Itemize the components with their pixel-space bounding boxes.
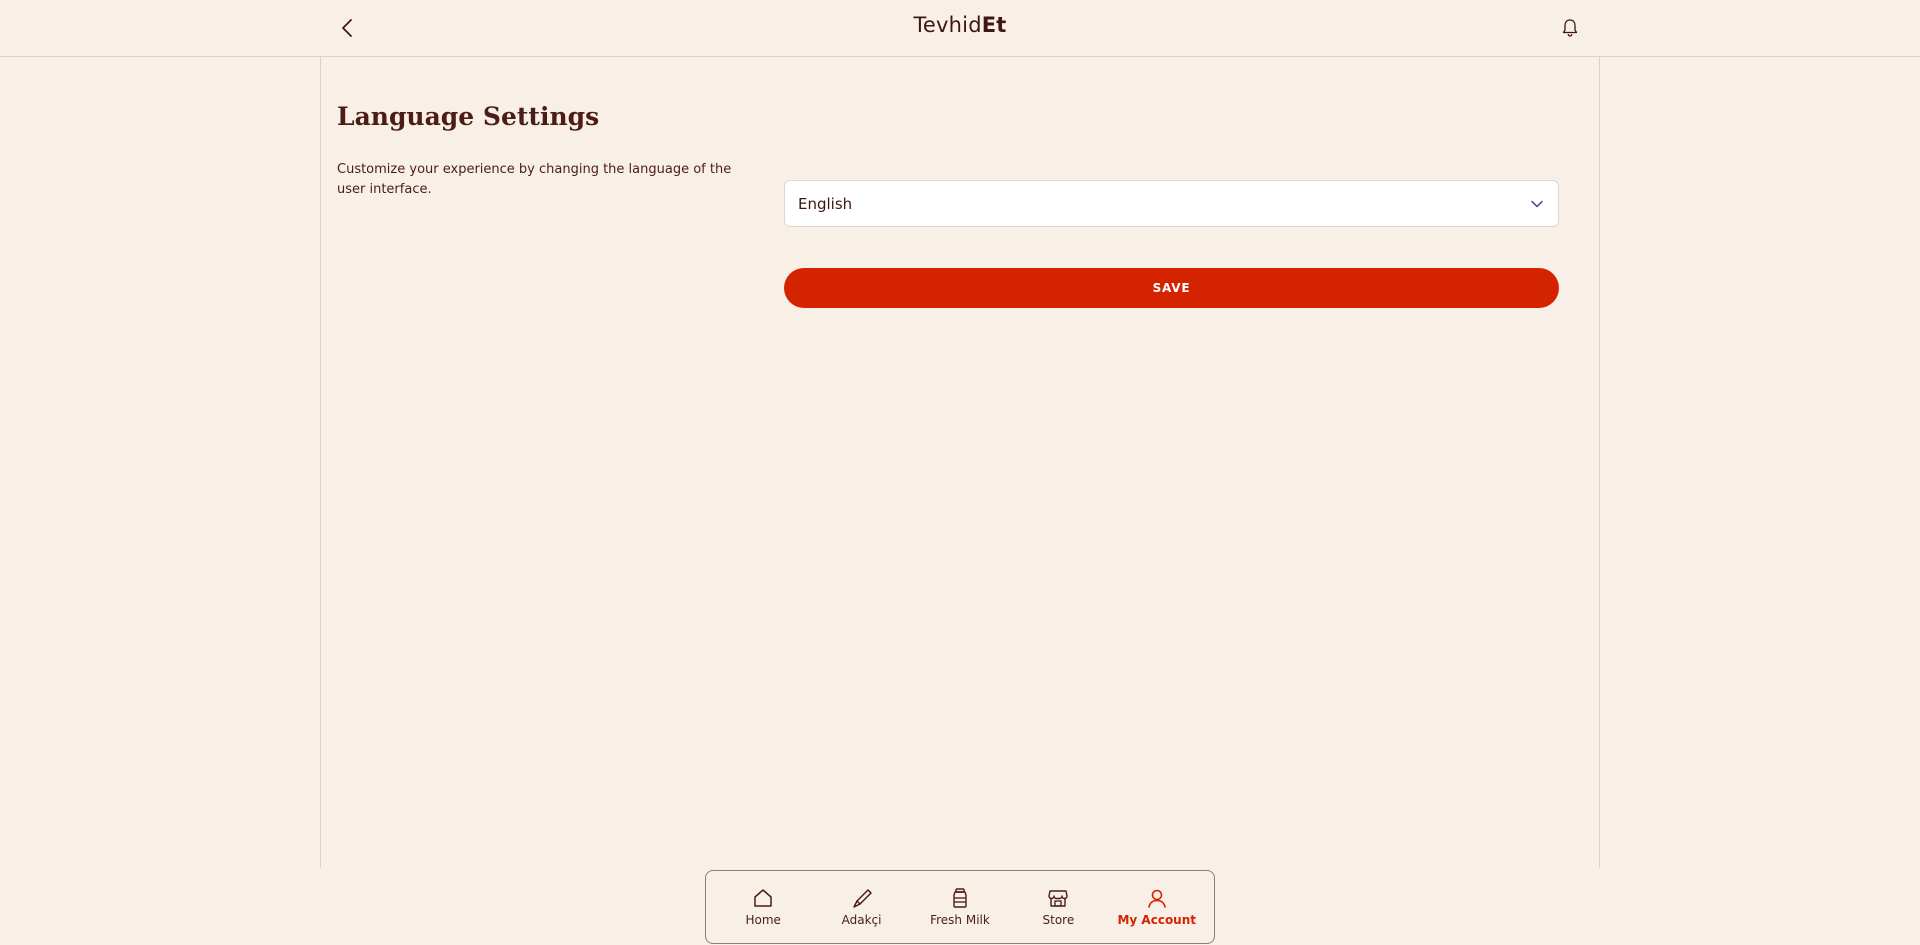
knife-icon: [851, 887, 873, 909]
nav-item-home[interactable]: Home: [717, 887, 809, 927]
language-select-value: English: [798, 194, 853, 213]
nav-item-store[interactable]: Store: [1012, 887, 1104, 927]
milk-jar-icon: [949, 887, 971, 909]
nav-label: Adakçi: [841, 913, 882, 927]
nav-label: Store: [1042, 913, 1075, 927]
page-description: Customize your experience by changing th…: [337, 162, 732, 197]
top-bar: TevhidEt: [0, 0, 1920, 57]
nav-label: Fresh Milk: [930, 913, 990, 927]
language-select[interactable]: English: [784, 180, 1559, 227]
save-button[interactable]: SAVE: [784, 268, 1559, 308]
brand-logo[interactable]: TevhidEt: [0, 13, 1920, 37]
chevron-down-icon: [1531, 200, 1543, 208]
nav-label: My Account: [1117, 913, 1197, 927]
store-icon: [1047, 887, 1069, 909]
brand-name-regular: Tevhid: [913, 13, 982, 37]
notifications-button[interactable]: [1558, 14, 1582, 42]
user-icon: [1146, 887, 1168, 909]
nav-label: Home: [745, 913, 781, 927]
home-icon: [752, 887, 774, 909]
bottom-nav: Home Adakçi Fresh Milk Store My Account: [705, 870, 1215, 944]
bell-icon: [1562, 19, 1578, 37]
nav-item-fresh-milk[interactable]: Fresh Milk: [914, 887, 1006, 927]
nav-item-my-account[interactable]: My Account: [1111, 887, 1203, 927]
page-title: Language Settings: [337, 102, 600, 131]
nav-item-adakci[interactable]: Adakçi: [816, 887, 908, 927]
brand-name-bold: Et: [981, 13, 1007, 37]
